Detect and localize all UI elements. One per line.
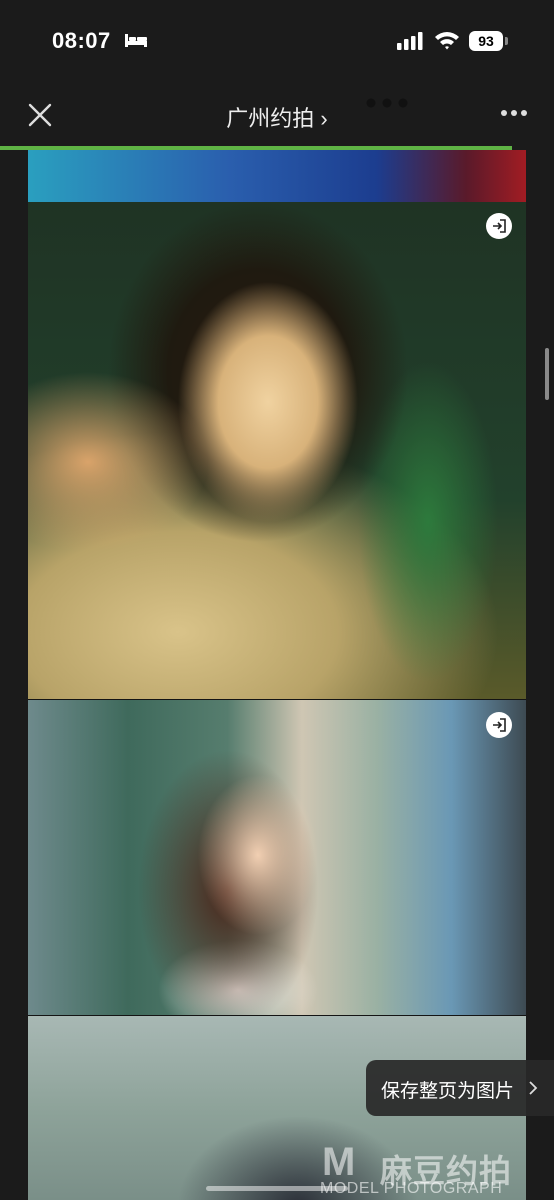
battery-tip	[505, 37, 508, 45]
capsule-dots-icon	[366, 98, 408, 108]
status-bar: 08:07 93	[0, 0, 554, 80]
article-content[interactable]	[28, 150, 526, 1200]
wifi-icon	[435, 32, 459, 50]
more-icon[interactable]	[500, 108, 528, 118]
battery-indicator: 93	[469, 31, 503, 51]
signal-icon	[397, 32, 423, 50]
exit-icon[interactable]	[486, 712, 512, 738]
photo-woman-lying[interactable]	[28, 202, 526, 699]
photo-partial-top[interactable]	[28, 150, 526, 202]
bed-icon	[125, 34, 147, 47]
save-button-label[interactable]: 保存整页为图片	[381, 1076, 514, 1103]
page-title[interactable]: 广州约拍 ›	[0, 101, 554, 133]
photo-woman-profile[interactable]	[28, 700, 526, 1015]
exit-icon[interactable]	[486, 213, 512, 239]
watermark-logo: M	[322, 1140, 356, 1184]
status-time: 08:07	[52, 28, 111, 53]
chevron-right-icon[interactable]	[528, 1080, 538, 1096]
home-indicator[interactable]	[206, 1186, 348, 1191]
scrollbar-thumb[interactable]	[545, 348, 549, 400]
